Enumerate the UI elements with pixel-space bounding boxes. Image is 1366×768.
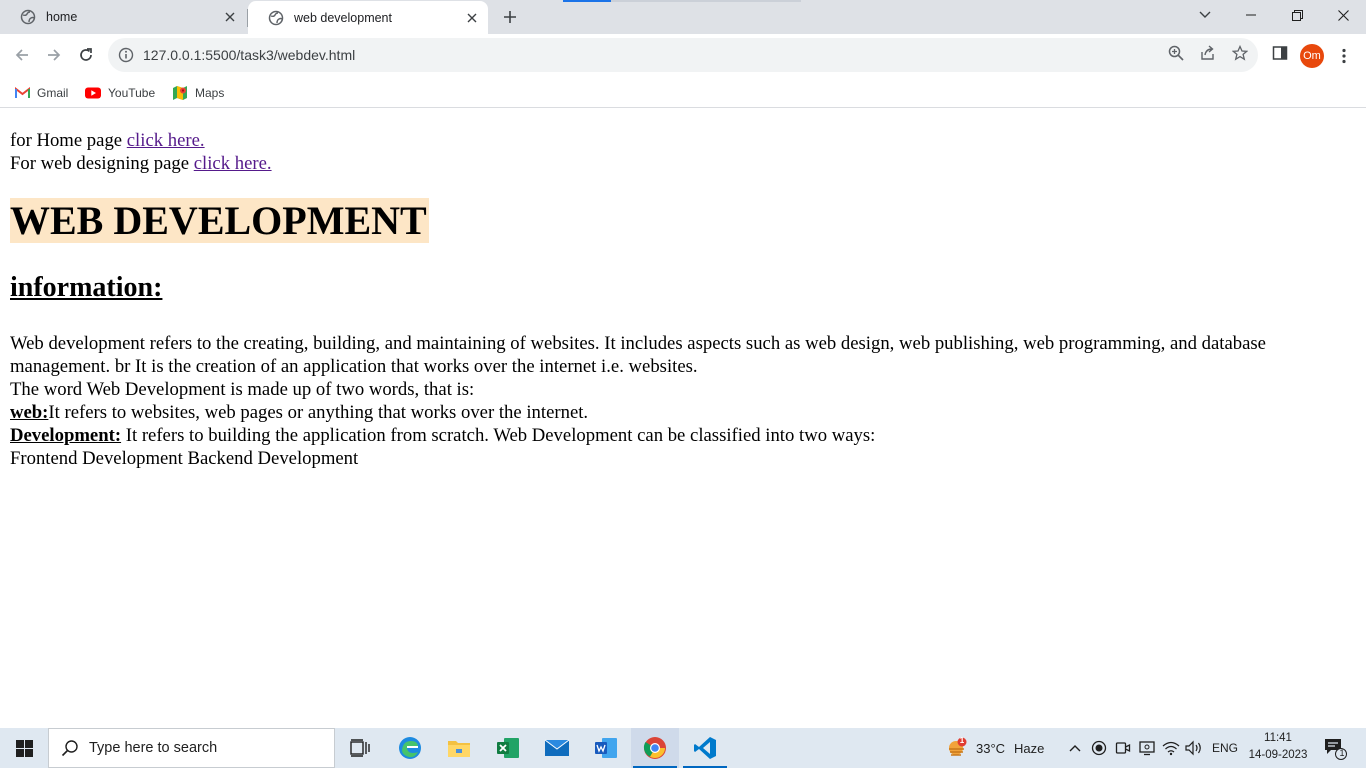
word-origin-line: The word Web Development is made up of t… (10, 379, 475, 400)
home-link-prefix: for Home page (10, 130, 127, 151)
close-window-button[interactable] (1320, 0, 1366, 30)
web-term: web: (10, 402, 49, 423)
file-explorer-app[interactable] (435, 728, 483, 768)
word-app[interactable] (582, 728, 630, 768)
volume-icon[interactable] (1185, 739, 1203, 757)
loading-track (611, 0, 801, 2)
word-icon (595, 738, 617, 758)
bookmark-maps[interactable]: Maps (172, 82, 224, 104)
bookmark-gmail[interactable]: Gmail (14, 82, 68, 104)
development-term: Development: (10, 425, 122, 446)
loading-indicator (563, 0, 611, 2)
restore-button[interactable] (1274, 0, 1320, 30)
wifi-icon[interactable] (1162, 739, 1180, 757)
url-text: 127.0.0.1:5500/task3/webdev.html (143, 47, 356, 63)
new-tab-button[interactable] (498, 5, 522, 29)
bookmark-label: Maps (195, 86, 225, 100)
bookmark-label: Gmail (37, 86, 69, 100)
reload-button[interactable] (70, 39, 102, 71)
information-heading: information: (10, 272, 163, 303)
weather-badge: 1 (959, 736, 965, 745)
language-indicator[interactable]: ENG (1212, 728, 1238, 768)
task-view-button[interactable] (336, 728, 384, 768)
bookmark-label: YouTube (108, 86, 156, 100)
page-heading: WEB DEVELOPMENT (10, 198, 429, 243)
back-button[interactable] (6, 39, 38, 71)
web-definition-line: web:It refers to websites, web pages or … (10, 401, 1356, 424)
bookmark-star-icon[interactable] (1231, 44, 1249, 62)
system-clock[interactable]: 11:41 14-09-2023 (1245, 730, 1311, 766)
start-button[interactable] (0, 728, 48, 768)
display-icon[interactable] (1138, 739, 1156, 757)
side-panel-icon[interactable] (1271, 44, 1289, 62)
record-icon[interactable] (1090, 739, 1108, 757)
browser-toolbar: 127.0.0.1:5500/task3/webdev.html (0, 35, 1366, 75)
address-bar[interactable]: 127.0.0.1:5500/task3/webdev.html (108, 38, 1258, 72)
zoom-icon[interactable] (1167, 44, 1185, 62)
forward-button[interactable] (38, 39, 70, 71)
edge-app[interactable] (386, 728, 434, 768)
windows-logo-icon (15, 739, 33, 757)
close-tab-icon[interactable] (464, 10, 480, 26)
more-menu-icon[interactable] (1334, 46, 1354, 66)
chrome-app[interactable] (631, 728, 679, 768)
search-placeholder: Type here to search (89, 740, 218, 756)
globe-icon (268, 10, 284, 26)
youtube-icon (85, 85, 101, 101)
tab-strip: home web development (0, 0, 1366, 35)
minimize-button[interactable] (1228, 0, 1274, 30)
web-designing-page-link[interactable]: click here. (194, 153, 272, 174)
bookmark-youtube[interactable]: YouTube (85, 82, 155, 104)
tab-home[interactable]: home (0, 0, 246, 34)
search-icon (61, 739, 79, 757)
development-definition: It refers to building the application fr… (121, 425, 876, 446)
weather-description[interactable]: Haze (1014, 728, 1044, 768)
vscode-icon (694, 737, 716, 759)
task-view-icon (350, 739, 370, 757)
folder-icon (448, 741, 470, 757)
tab-search-chevron-icon[interactable] (1182, 0, 1228, 30)
tab-title: home (46, 10, 78, 24)
home-page-link[interactable]: click here. (127, 130, 205, 151)
tab-web-development[interactable]: web development (248, 1, 488, 35)
globe-icon (20, 9, 36, 25)
home-link-line: for Home page click here. (10, 129, 1356, 152)
close-tab-icon[interactable] (222, 9, 238, 25)
clock-time: 11:41 (1264, 732, 1292, 744)
clock-date: 14-09-2023 (1248, 749, 1308, 761)
web-page: for Home page click here. For web design… (0, 109, 1366, 728)
mail-icon (544, 739, 570, 756)
design-link-line: For web designing page click here. (10, 152, 1356, 175)
taskbar: Type here to search 1 33°C Haze ENG 11:4… (0, 728, 1366, 768)
vscode-app[interactable] (681, 728, 729, 768)
excel-app[interactable] (484, 728, 532, 768)
weather-temperature[interactable]: 33°C (976, 728, 1005, 768)
chevron-up-icon[interactable] (1066, 739, 1084, 757)
notification-count: 1 (1339, 748, 1345, 758)
profile-avatar[interactable]: Om (1300, 44, 1324, 68)
chrome-icon (643, 737, 666, 759)
edge-icon (399, 737, 421, 759)
taskbar-search-box[interactable]: Type here to search (48, 728, 335, 768)
design-link-prefix: For web designing page (10, 153, 194, 174)
excel-icon (497, 738, 519, 758)
development-definition-line: Development: It refers to building the a… (10, 424, 1356, 447)
camera-icon[interactable] (1114, 739, 1132, 757)
bookmarks-bar: Gmail YouTube Maps (0, 78, 1366, 108)
mail-app[interactable] (533, 728, 581, 768)
web-definition: It refers to websites, web pages or anyt… (48, 402, 589, 423)
tab-title: web development (294, 11, 392, 25)
gmail-icon (14, 85, 30, 101)
intro-paragraph: Web development refers to the creating, … (10, 333, 1266, 377)
share-icon[interactable] (1199, 44, 1217, 62)
maps-icon (172, 85, 188, 101)
info-icon[interactable] (118, 47, 134, 63)
classification-line: Frontend Development Backend Development (10, 448, 359, 469)
